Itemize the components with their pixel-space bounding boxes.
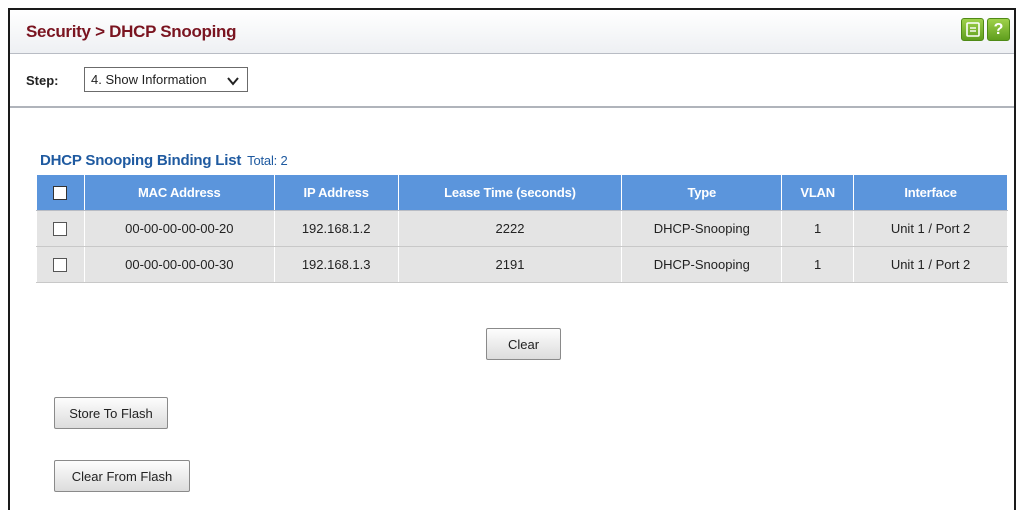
vlan-cell: 1 [781,210,855,247]
vlan-cell: 1 [781,246,855,283]
binding-list-title: DHCP Snooping Binding List [40,152,242,169]
step-row: Step: 4. Show Information [10,54,1014,108]
column-header: Interface [853,174,1008,211]
step-select-value: 4. Show Information [91,72,207,87]
row-select-cell [36,210,85,247]
binding-list-total: Total: 2 [247,153,288,168]
lease-cell: 2191 [397,246,623,283]
help-icon[interactable]: ? [987,18,1010,41]
clear-from-flash-button[interactable]: Clear From Flash [54,460,190,492]
select-all-checkbox[interactable] [53,186,68,201]
row-checkbox[interactable] [53,258,68,273]
row-checkbox[interactable] [53,222,68,237]
table-row: 00-00-00-00-00-30 192.168.1.3 2191 DHCP-… [36,246,1008,283]
mac-cell: 00-00-00-00-00-20 [83,210,275,247]
section-title: DHCP Snooping Binding List Total: 2 [40,152,288,169]
column-header: MAC Address [83,174,275,211]
save-icon[interactable] [961,18,984,41]
binding-table: MAC Address IP Address Lease Time (secon… [36,174,1008,283]
interface-cell: Unit 1 / Port 2 [853,246,1008,283]
type-cell: DHCP-Snooping [621,246,783,283]
column-header: VLAN [781,174,855,211]
step-select[interactable]: 4. Show Information [84,67,248,92]
page-frame: Security > DHCP Snooping ? Step: 4. Show… [8,8,1016,510]
chevron-down-icon [227,74,239,89]
column-header: Type [621,174,783,211]
select-all-header [36,174,85,211]
lease-cell: 2222 [397,210,623,247]
help-icon-glyph: ? [993,20,1004,38]
interface-cell: Unit 1 / Port 2 [853,210,1008,247]
step-label: Step: [26,73,59,88]
title-bar: Security > DHCP Snooping ? [10,10,1014,54]
ip-cell: 192.168.1.2 [273,210,399,247]
column-header: IP Address [273,174,399,211]
column-header: Lease Time (seconds) [397,174,623,211]
ip-cell: 192.168.1.3 [273,246,399,283]
table-header-row: MAC Address IP Address Lease Time (secon… [36,174,1008,211]
type-cell: DHCP-Snooping [621,210,783,247]
clear-button[interactable]: Clear [486,328,561,360]
title-icons: ? [961,18,1010,41]
row-select-cell [36,246,85,283]
mac-cell: 00-00-00-00-00-30 [83,246,275,283]
table-row: 00-00-00-00-00-20 192.168.1.2 2222 DHCP-… [36,210,1008,247]
page-title: Security > DHCP Snooping [26,22,237,41]
store-to-flash-button[interactable]: Store To Flash [54,397,168,429]
